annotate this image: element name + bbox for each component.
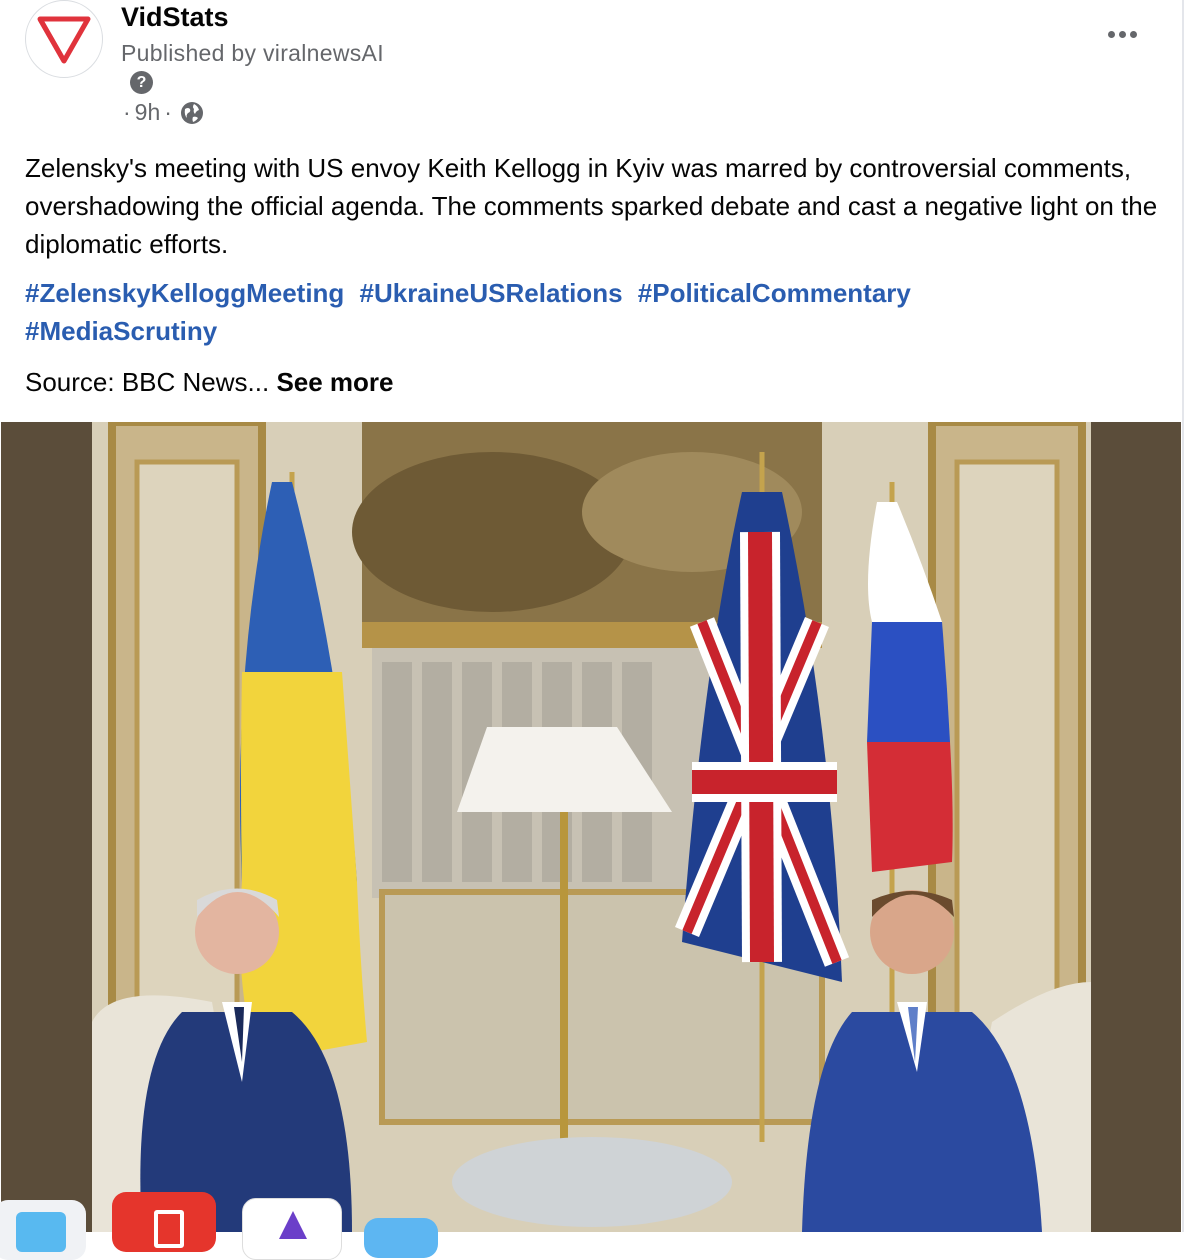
app-purple-icon[interactable] <box>242 1198 342 1260</box>
separator: · <box>123 99 131 125</box>
finder-icon-inner <box>16 1212 66 1252</box>
published-by[interactable]: Published by viralnewsAI <box>121 40 384 67</box>
dot <box>1107 30 1115 38</box>
app-blue-icon[interactable] <box>364 1218 438 1258</box>
more-options-icon[interactable] <box>1098 18 1146 50</box>
hashtag-link[interactable]: #UkraineUSRelations <box>360 278 623 308</box>
question-glyph: ? <box>136 73 147 91</box>
post-image-frame[interactable] <box>1 422 1181 1232</box>
russia-flag-blue <box>867 622 950 742</box>
russia-flag-red <box>867 742 953 872</box>
page-name[interactable]: VidStats <box>121 2 229 33</box>
source-text: Source: BBC News... <box>25 367 270 397</box>
app-red-icon[interactable] <box>112 1192 216 1252</box>
dot <box>1118 30 1126 38</box>
app-red-glyph <box>154 1210 184 1248</box>
inner-panel <box>954 459 1060 1065</box>
dot <box>1129 30 1137 38</box>
app-purple-glyph <box>279 1211 307 1239</box>
union-jack-cross-red <box>748 531 774 963</box>
separator: · <box>164 99 172 125</box>
globe-icon[interactable] <box>180 101 204 125</box>
feed-post: VidStats Published by viralnewsAI ? · 9h… <box>0 0 1184 1260</box>
hashtag-link[interactable]: #PoliticalCommentary <box>638 278 911 308</box>
see-more-link[interactable]: See more <box>276 367 393 397</box>
lamp-stand <box>560 812 568 1142</box>
post-meta: · 9h · <box>119 99 204 126</box>
question-icon[interactable]: ? <box>130 71 153 94</box>
ukraine-flag-yellow-top <box>241 672 357 882</box>
hashtag-list: #ZelenskyKelloggMeeting #UkraineUSRelati… <box>25 274 1165 350</box>
finder-icon[interactable] <box>0 1200 86 1260</box>
source-line: Source: BBC News... See more <box>25 363 394 401</box>
center-table <box>452 1137 732 1227</box>
post-message: Zelensky's meeting with US envoy Keith K… <box>25 153 1158 259</box>
post-time[interactable]: 9h <box>135 99 161 126</box>
inner-panel <box>134 459 240 1065</box>
post-photo[interactable] <box>92 422 1091 1232</box>
vidstats-logo-icon[interactable] <box>25 0 103 78</box>
hashtag-link[interactable]: #MediaScrutiny <box>25 316 217 346</box>
hashtag-link[interactable]: #ZelenskyKelloggMeeting <box>25 278 344 308</box>
